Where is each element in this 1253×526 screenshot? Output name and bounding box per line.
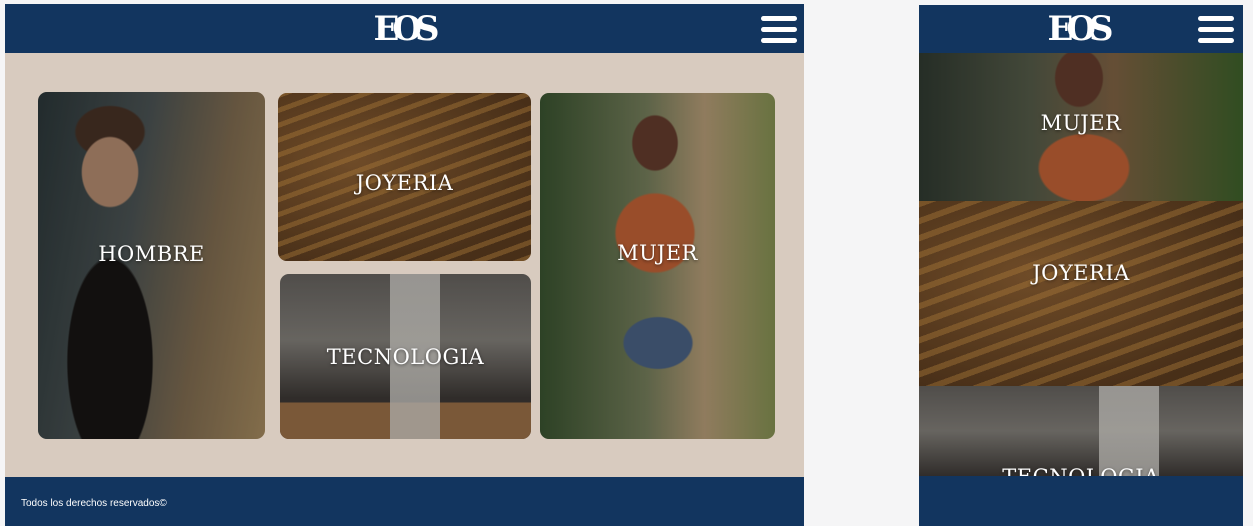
footer-copyright: Todos los derechos reservados© [21,498,167,509]
category-label-mujer: MUJER [617,241,698,265]
category-card-hombre[interactable]: HOMBRE [38,92,265,439]
category-label-tecnologia: TECNOLOGIA [326,345,485,369]
footer-bar: Todos los derechos reservados© [5,477,804,526]
category-card-tecnologia[interactable]: TECNOLOGIA [280,274,531,439]
menu-line [1198,27,1234,32]
menu-line [761,38,797,43]
category-card-mujer[interactable]: MUJER [919,53,1243,201]
header-bar: EOS [919,5,1243,53]
menu-line [761,27,797,32]
menu-line [1198,38,1234,43]
brand-logo[interactable]: EOS [373,9,439,49]
menu-line [761,16,797,21]
card-overlay [919,201,1243,386]
category-card-joyeria[interactable]: JOYERIA [278,93,531,261]
brand-logo[interactable]: EOS [1047,9,1113,49]
desktop-view: EOS HOMBRE JOYERIA TECNOLOGIA MUJER Todo… [5,4,804,526]
category-label-hombre: HOMBRE [98,242,205,266]
header-bar: EOS [5,4,804,53]
card-overlay [540,93,775,439]
category-label-mujer: MUJER [1040,111,1122,135]
footer-bar [919,476,1243,526]
category-card-tecnologia[interactable]: TECNOLOGIA [919,386,1243,476]
category-label-joyeria: JOYERIA [355,171,454,195]
category-card-mujer[interactable]: MUJER [540,93,775,439]
menu-line [1198,16,1234,21]
category-label-tecnologia: TECNOLOGIA [919,465,1243,476]
category-card-joyeria[interactable]: JOYERIA [919,201,1243,386]
hamburger-menu-icon[interactable] [1198,16,1234,43]
card-overlay [919,386,1243,476]
category-label-joyeria: JOYERIA [1032,261,1130,285]
hamburger-menu-icon[interactable] [761,16,797,43]
mobile-view: EOS MUJER JOYERIA TECNOLOGIA [919,5,1243,526]
